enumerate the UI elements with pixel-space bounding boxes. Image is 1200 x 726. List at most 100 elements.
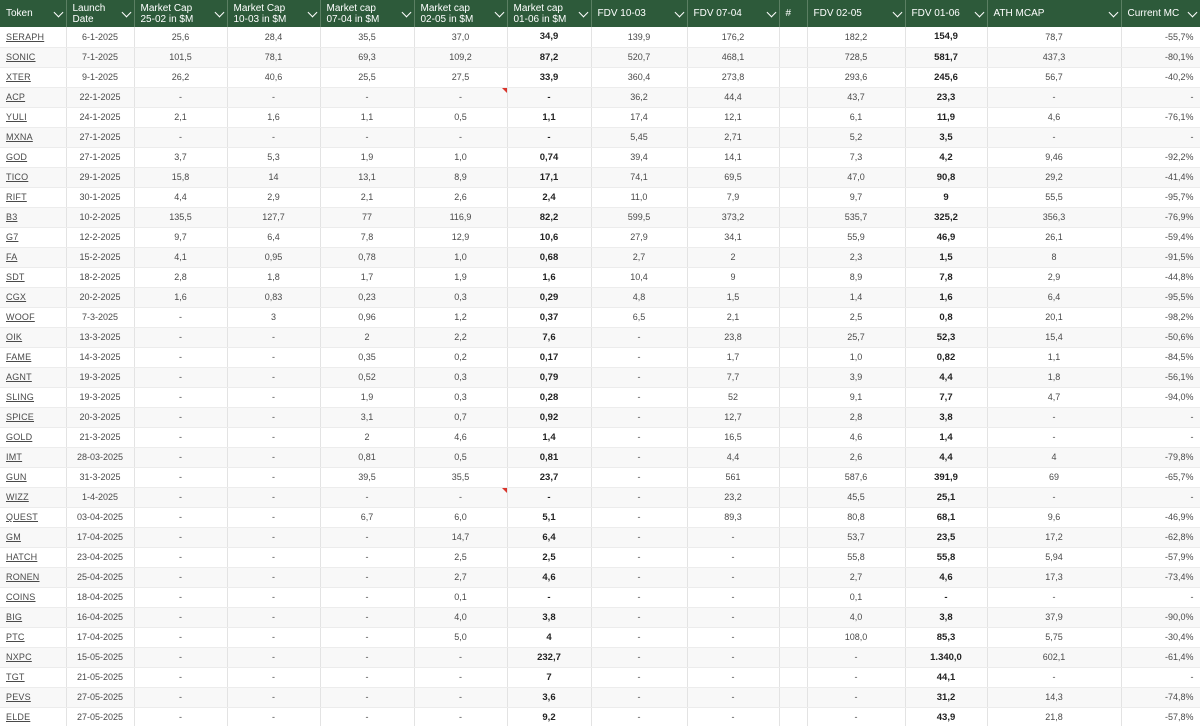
cell-fdv-0205[interactable]: 45,5 — [807, 487, 906, 508]
cell-mcap-0704[interactable]: - — [320, 87, 415, 108]
cell-mcap-0704[interactable]: 2,1 — [320, 187, 415, 208]
cell-mcap-0205[interactable]: - — [414, 87, 508, 108]
cell-mcap-0106[interactable]: 87,2 — [507, 47, 592, 68]
cell-mcap-0704[interactable]: 3,1 — [320, 407, 415, 428]
cell-mcap-0704[interactable]: - — [320, 647, 415, 668]
cell-current-mc[interactable]: -90,0% — [1121, 607, 1200, 628]
cell-hash[interactable] — [779, 687, 808, 708]
cell-token[interactable]: WOOF — [0, 307, 67, 328]
cell-mcap-0205[interactable]: 1,2 — [414, 307, 508, 328]
cell-mcap-2502[interactable]: 9,7 — [134, 227, 228, 248]
cell-fdv-1003[interactable]: - — [591, 427, 688, 448]
cell-fdv-0205[interactable]: 182,2 — [807, 27, 906, 48]
cell-hash[interactable] — [779, 367, 808, 388]
token-link[interactable]: XTER — [6, 72, 31, 82]
cell-mcap-0106[interactable]: 10,6 — [507, 227, 592, 248]
cell-fdv-0205[interactable]: 4,6 — [807, 427, 906, 448]
cell-fdv-0704[interactable]: 561 — [687, 467, 780, 488]
cell-mcap-0704[interactable]: - — [320, 607, 415, 628]
cell-ath-mcap[interactable]: - — [987, 427, 1122, 448]
cell-mcap-0106[interactable]: 6,4 — [507, 527, 592, 548]
cell-mcap-0205[interactable]: - — [414, 707, 508, 726]
cell-current-mc[interactable]: -61,4% — [1121, 647, 1200, 668]
cell-current-mc[interactable]: -56,1% — [1121, 367, 1200, 388]
cell-fdv-0106[interactable]: 0,82 — [905, 347, 988, 368]
cell-mcap-0704[interactable]: 69,3 — [320, 47, 415, 68]
cell-hash[interactable] — [779, 107, 808, 128]
cell-fdv-0106[interactable]: 31,2 — [905, 687, 988, 708]
cell-token[interactable]: GOD — [0, 147, 67, 168]
cell-fdv-0106[interactable]: 4,2 — [905, 147, 988, 168]
token-link[interactable]: RIFT — [6, 192, 27, 202]
cell-fdv-0704[interactable]: 4,4 — [687, 447, 780, 468]
cell-fdv-0205[interactable]: 2,6 — [807, 447, 906, 468]
cell-fdv-0704[interactable]: - — [687, 547, 780, 568]
cell-hash[interactable] — [779, 287, 808, 308]
cell-fdv-0205[interactable]: 728,5 — [807, 47, 906, 68]
cell-launch-date[interactable]: 1-4-2025 — [66, 487, 135, 508]
cell-mcap-0704[interactable]: 1,7 — [320, 267, 415, 288]
cell-ath-mcap[interactable]: 17,2 — [987, 527, 1122, 548]
token-link[interactable]: ACP — [6, 92, 25, 102]
cell-mcap-0106[interactable]: 232,7 — [507, 647, 592, 668]
cell-fdv-0205[interactable]: - — [807, 707, 906, 726]
cell-fdv-0205[interactable]: 55,9 — [807, 227, 906, 248]
cell-mcap-0205[interactable]: 2,5 — [414, 547, 508, 568]
cell-fdv-1003[interactable]: - — [591, 527, 688, 548]
cell-fdv-0205[interactable]: 7,3 — [807, 147, 906, 168]
cell-fdv-0205[interactable]: 53,7 — [807, 527, 906, 548]
cell-fdv-1003[interactable]: - — [591, 507, 688, 528]
cell-mcap-1003[interactable]: - — [227, 407, 321, 428]
cell-launch-date[interactable]: 27-1-2025 — [66, 147, 135, 168]
cell-hash[interactable] — [779, 247, 808, 268]
header-token[interactable]: Token — [0, 0, 67, 27]
cell-fdv-0106[interactable]: 43,9 — [905, 707, 988, 726]
header-hash[interactable]: # — [779, 0, 808, 27]
cell-fdv-1003[interactable]: 11,0 — [591, 187, 688, 208]
header-ath-mcap[interactable]: ATH MCAP — [987, 0, 1122, 27]
cell-fdv-0704[interactable]: - — [687, 667, 780, 688]
cell-launch-date[interactable]: 20-2-2025 — [66, 287, 135, 308]
cell-mcap-0704[interactable]: - — [320, 487, 415, 508]
cell-mcap-0205[interactable]: - — [414, 487, 508, 508]
cell-current-mc[interactable]: -80,1% — [1121, 47, 1200, 68]
cell-mcap-0704[interactable]: 0,81 — [320, 447, 415, 468]
cell-fdv-0106[interactable]: 23,5 — [905, 527, 988, 548]
token-link[interactable]: G7 — [6, 232, 18, 242]
cell-current-mc[interactable]: -95,5% — [1121, 287, 1200, 308]
cell-mcap-0205[interactable]: 2,7 — [414, 567, 508, 588]
cell-fdv-0106[interactable]: 1,5 — [905, 247, 988, 268]
cell-fdv-0205[interactable]: 2,8 — [807, 407, 906, 428]
cell-fdv-0106[interactable]: 3,8 — [905, 407, 988, 428]
cell-hash[interactable] — [779, 307, 808, 328]
cell-hash[interactable] — [779, 207, 808, 228]
cell-current-mc[interactable]: -57,9% — [1121, 547, 1200, 568]
cell-ath-mcap[interactable]: 602,1 — [987, 647, 1122, 668]
cell-fdv-0704[interactable]: - — [687, 587, 780, 608]
cell-fdv-1003[interactable]: - — [591, 547, 688, 568]
cell-fdv-1003[interactable]: - — [591, 347, 688, 368]
cell-mcap-2502[interactable]: - — [134, 707, 228, 726]
token-link[interactable]: PEVS — [6, 692, 31, 702]
cell-fdv-0106[interactable]: 7,8 — [905, 267, 988, 288]
cell-mcap-0106[interactable]: 1,1 — [507, 107, 592, 128]
cell-fdv-1003[interactable]: - — [591, 487, 688, 508]
cell-fdv-1003[interactable]: 36,2 — [591, 87, 688, 108]
cell-launch-date[interactable]: 7-1-2025 — [66, 47, 135, 68]
cell-mcap-0205[interactable]: 35,5 — [414, 467, 508, 488]
token-link[interactable]: HATCH — [6, 552, 37, 562]
cell-mcap-1003[interactable]: - — [227, 627, 321, 648]
cell-fdv-0205[interactable]: 587,6 — [807, 467, 906, 488]
cell-fdv-1003[interactable]: - — [591, 647, 688, 668]
header-mcap-2502[interactable]: Market Cap 25-02 in $M — [134, 0, 228, 27]
cell-current-mc[interactable]: - — [1121, 127, 1200, 148]
cell-mcap-0106[interactable]: 33,9 — [507, 67, 592, 88]
cell-fdv-0704[interactable]: 1,5 — [687, 287, 780, 308]
cell-ath-mcap[interactable]: 8 — [987, 247, 1122, 268]
cell-mcap-2502[interactable]: - — [134, 647, 228, 668]
cell-fdv-0704[interactable]: 7,9 — [687, 187, 780, 208]
cell-mcap-0205[interactable]: 4,0 — [414, 607, 508, 628]
cell-mcap-0106[interactable]: 2,4 — [507, 187, 592, 208]
cell-mcap-0704[interactable]: - — [320, 667, 415, 688]
cell-mcap-0106[interactable]: 23,7 — [507, 467, 592, 488]
